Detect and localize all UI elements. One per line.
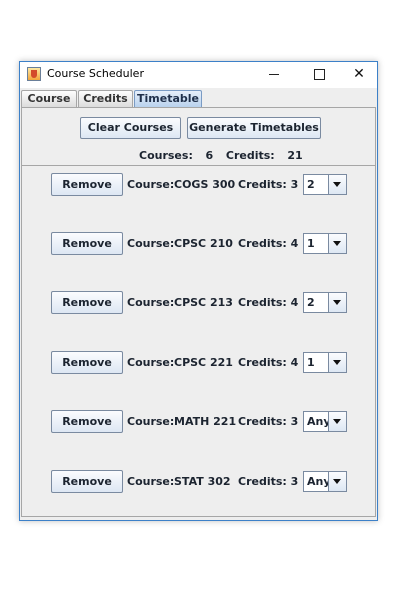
chevron-down-icon[interactable] — [328, 353, 346, 372]
minimize-button[interactable] — [254, 62, 294, 86]
course-row: Remove Course: STAT 302 Credits: 3 Any — [22, 470, 375, 494]
remove-button[interactable]: Remove — [51, 232, 123, 255]
remove-button[interactable]: Remove — [51, 470, 123, 493]
section-select[interactable]: 1 — [303, 352, 347, 373]
course-label: Course: — [127, 178, 175, 191]
course-label: Course: — [127, 356, 175, 369]
title-bar[interactable]: Course Scheduler ✕ — [20, 62, 377, 88]
course-scheduler-window: Course Scheduler ✕ Course Credits Timeta… — [19, 61, 378, 521]
maximize-icon — [313, 68, 325, 80]
tab-credits[interactable]: Credits — [78, 90, 133, 107]
maximize-button[interactable] — [299, 62, 339, 86]
course-credits: Credits: 3 — [238, 178, 299, 191]
course-credits: Credits: 4 — [238, 356, 299, 369]
course-code: COGS 300 — [174, 178, 236, 191]
section-select[interactable]: Any — [303, 471, 347, 492]
course-row: Remove Course: CPSC 210 Credits: 4 1 — [22, 232, 375, 256]
java-cup-icon — [27, 67, 41, 81]
course-list: Remove Course: COGS 300 Credits: 3 2 Rem… — [22, 165, 375, 516]
course-row: Remove Course: COGS 300 Credits: 3 2 — [22, 173, 375, 197]
generate-timetables-button[interactable]: Generate Timetables — [187, 117, 321, 139]
course-row: Remove Course: MATH 221 Credits: 3 Any — [22, 410, 375, 434]
remove-button[interactable]: Remove — [51, 173, 123, 196]
chevron-down-icon[interactable] — [328, 412, 346, 431]
chevron-down-icon[interactable] — [328, 175, 346, 194]
chevron-down-icon[interactable] — [328, 472, 346, 491]
chevron-down-icon[interactable] — [328, 234, 346, 253]
close-icon: ✕ — [353, 66, 365, 82]
clear-courses-button[interactable]: Clear Courses — [80, 117, 181, 139]
summary-line: Courses: 6 Credits: 21 — [139, 149, 303, 162]
section-select-value: Any — [307, 415, 331, 428]
course-code: CPSC 221 — [174, 356, 233, 369]
credits-total-label: Credits: — [225, 149, 275, 162]
section-select[interactable]: 2 — [303, 292, 347, 313]
remove-button[interactable]: Remove — [51, 351, 123, 374]
course-credits: Credits: 3 — [238, 415, 299, 428]
remove-button[interactable]: Remove — [51, 410, 123, 433]
course-code: MATH 221 — [174, 415, 237, 428]
section-select[interactable]: Any — [303, 411, 347, 432]
section-select-value: 1 — [307, 356, 315, 369]
section-select-value: 1 — [307, 237, 315, 250]
section-select[interactable]: 2 — [303, 174, 347, 195]
courses-count-value: 6 — [205, 149, 214, 162]
course-row: Remove Course: CPSC 221 Credits: 4 1 — [22, 351, 375, 375]
section-select-value: 2 — [307, 296, 315, 309]
tab-course[interactable]: Course — [21, 90, 77, 107]
course-credits: Credits: 3 — [238, 475, 299, 488]
section-select-value: 2 — [307, 178, 315, 191]
section-select[interactable]: 1 — [303, 233, 347, 254]
course-code: CPSC 210 — [174, 237, 233, 250]
section-select-value: Any — [307, 475, 331, 488]
course-label: Course: — [127, 296, 175, 309]
course-code: STAT 302 — [174, 475, 231, 488]
credits-total-value: 21 — [287, 149, 303, 162]
course-code: CPSC 213 — [174, 296, 233, 309]
tab-timetable[interactable]: Timetable — [134, 90, 202, 107]
course-credits: Credits: 4 — [238, 237, 299, 250]
timetable-panel: Clear Courses Generate Timetables Course… — [21, 107, 376, 517]
window-client-area: Course Credits Timetable Clear Courses G… — [20, 88, 377, 520]
course-label: Course: — [127, 237, 175, 250]
courses-count-label: Courses: — [139, 149, 193, 162]
course-label: Course: — [127, 475, 175, 488]
minimize-icon — [269, 73, 279, 75]
remove-button[interactable]: Remove — [51, 291, 123, 314]
course-row: Remove Course: CPSC 213 Credits: 4 2 — [22, 291, 375, 315]
course-label: Course: — [127, 415, 175, 428]
course-credits: Credits: 4 — [238, 296, 299, 309]
chevron-down-icon[interactable] — [328, 293, 346, 312]
window-title: Course Scheduler — [47, 67, 144, 80]
close-button[interactable]: ✕ — [339, 62, 379, 86]
